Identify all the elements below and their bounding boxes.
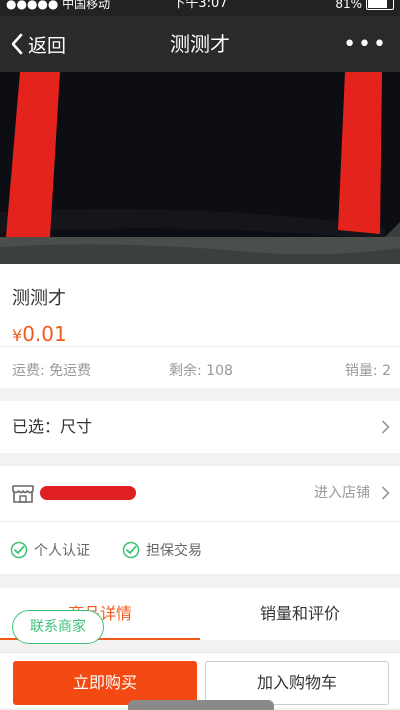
- more-menu-button[interactable]: •••: [343, 16, 388, 72]
- spec-select-row[interactable]: 已选：尺寸: [0, 401, 400, 453]
- sales-count: 销量: 2: [344, 363, 391, 379]
- product-info-card: 测测才 ¥0.01 运费: 免运费 剩余: 108 销量: 2: [0, 264, 400, 388]
- back-label: 返回: [28, 34, 67, 57]
- battery-percent: 81%: [335, 0, 362, 11]
- spec-selected-label: 已选：尺寸: [12, 417, 93, 436]
- stock-remaining: 剩余: 108: [169, 363, 233, 379]
- badge-label: 个人认证: [34, 543, 90, 559]
- tab-sales-reviews[interactable]: 销量和评价: [200, 588, 400, 640]
- enter-shop-link[interactable]: 进入店铺: [314, 466, 370, 521]
- chevron-right-icon: [381, 420, 390, 434]
- price-value: 0.01: [22, 322, 67, 346]
- shop-row[interactable]: 进入店铺: [0, 466, 400, 521]
- product-photo: [0, 72, 400, 264]
- contact-seller-button[interactable]: 联系商家: [12, 610, 104, 644]
- divider: [0, 521, 400, 522]
- battery-icon: [366, 0, 394, 10]
- chevron-left-icon: [11, 33, 23, 55]
- shop-name-redacted: [40, 486, 136, 500]
- check-circle-icon: [10, 541, 28, 559]
- home-indicator: [128, 700, 274, 710]
- divider: [0, 346, 400, 347]
- product-price: ¥0.01: [12, 322, 67, 346]
- store-icon: [12, 485, 34, 503]
- add-to-cart-button[interactable]: 加入购物车: [205, 661, 389, 705]
- tab-label: 销量和评价: [259, 604, 340, 623]
- chevron-right-icon: [381, 486, 390, 500]
- badge-personal-verified: 个人认证: [10, 540, 90, 560]
- shipping-fee: 运费: 免运费: [12, 363, 92, 379]
- shop-card: 进入店铺 个人认证 担保交易: [0, 466, 400, 574]
- product-image[interactable]: [0, 72, 400, 264]
- buy-now-button[interactable]: 立即购买: [13, 661, 197, 705]
- status-bar: ●●●●● 中国移动 下午3:07 81%: [0, 0, 400, 16]
- back-button[interactable]: 返回: [10, 16, 66, 72]
- badge-guaranteed-trade: 担保交易: [122, 540, 202, 560]
- product-name: 测测才: [12, 288, 66, 309]
- page-title: 测测才: [170, 32, 230, 56]
- currency-symbol: ¥: [12, 326, 23, 345]
- check-circle-icon: [122, 541, 140, 559]
- nav-bar: 返回 测测才 •••: [0, 16, 400, 72]
- badge-label: 担保交易: [146, 543, 202, 559]
